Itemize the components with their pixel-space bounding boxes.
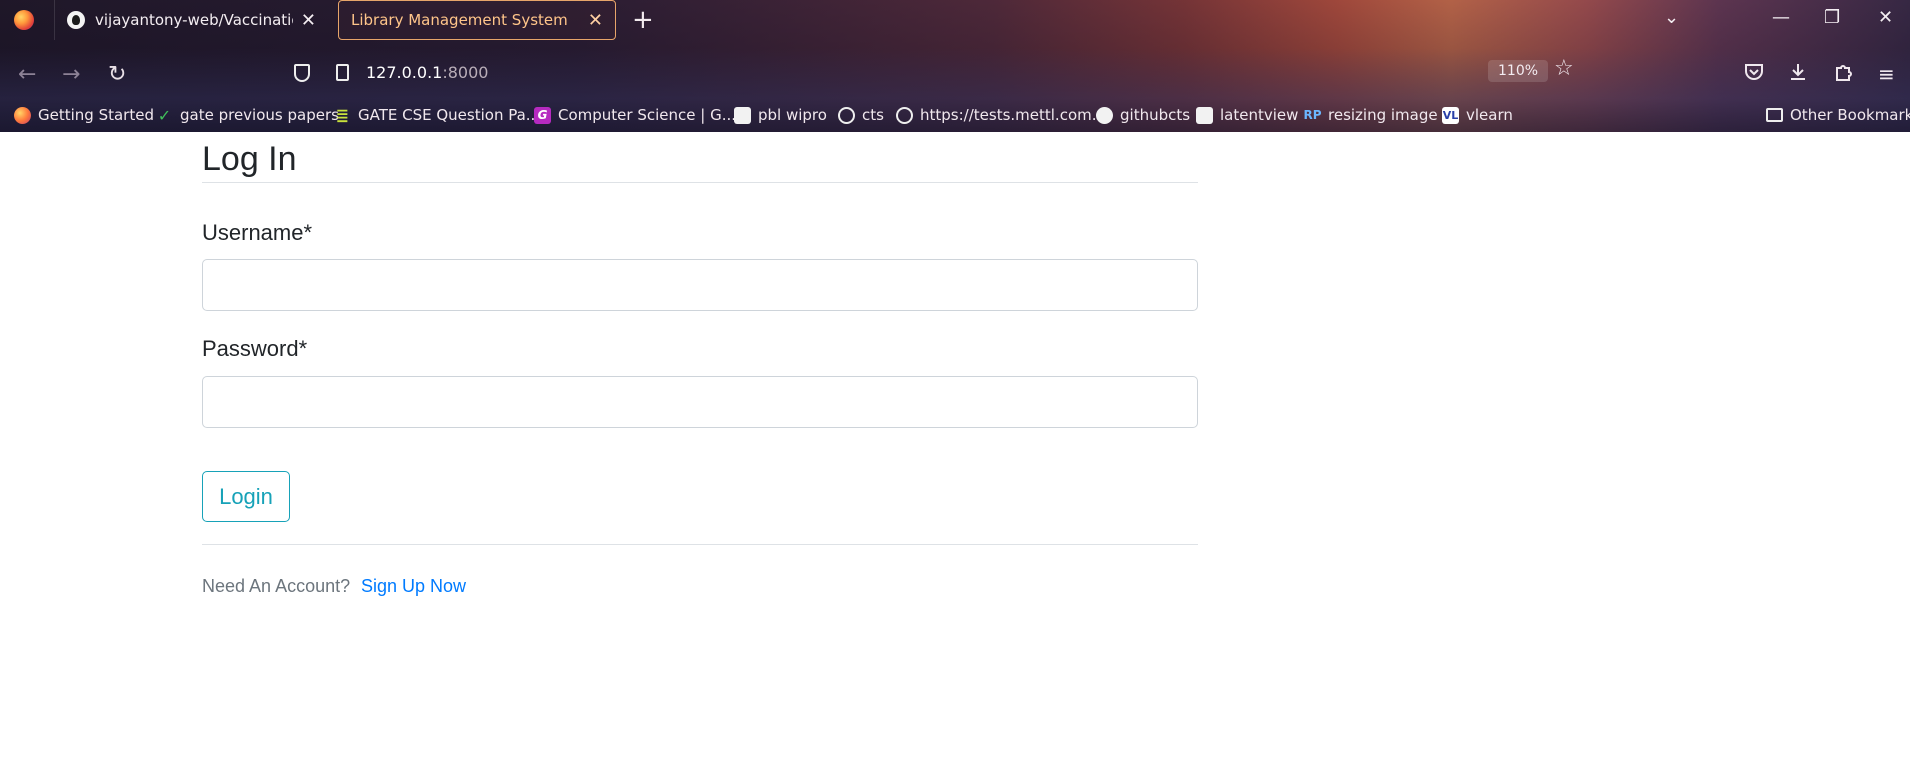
login-button[interactable]: Login [202,471,290,522]
url-port: :8000 [442,63,489,82]
extensions-puzzle-icon[interactable] [1834,62,1854,87]
firefox-logo-icon[interactable] [14,10,34,30]
window-close-icon[interactable]: ✕ [1878,7,1893,28]
username-label: Username* [202,220,313,245]
page-title: Log In [202,140,297,178]
reload-icon[interactable]: ↻ [108,62,126,87]
tab-label: vijayantony-web/Vaccination_B [95,11,293,29]
tab-label: Library Management System [351,11,568,29]
globe-icon [838,106,855,124]
password-label: Password* [202,336,308,361]
minimize-icon[interactable]: — [1772,7,1790,28]
bookmark-getting-started[interactable]: Getting Started [14,106,154,124]
other-bookmarks-label: Other Bookmarks [1790,106,1910,124]
globe-icon [896,106,913,124]
bookmark-label: pbl wipro [758,106,827,124]
bookmark-resizing-image[interactable]: RP resizing image [1303,106,1438,124]
bookmark-githubcts[interactable]: githubcts [1096,106,1190,124]
new-tab-plus-icon[interactable]: + [632,5,654,35]
other-bookmarks[interactable]: Other Bookmarks [1766,106,1910,124]
bookmark-pbl-wipro[interactable]: pbl wipro [734,106,827,124]
bookmark-vlearn[interactable]: VL vlearn [1442,106,1513,124]
page-info-icon[interactable] [336,64,349,81]
bookmark-label: Getting Started [38,106,154,124]
bookmark-label: Computer Science | G... [558,106,737,124]
tab-bar: vijayantony-web/Vaccination_B ✕ Library … [0,0,1910,40]
close-icon[interactable]: ✕ [301,10,316,31]
firefox-icon [14,106,31,124]
page-icon [734,106,751,124]
page-content: Log In Username* Password* Login Need An… [0,132,1910,778]
bookmark-computer-science[interactable]: G Computer Science | G... [534,106,736,124]
bookmark-gate-cse-question-papers[interactable]: ≣ GATE CSE Question Pa... [334,105,541,125]
title-divider [202,182,1198,183]
download-icon[interactable] [1788,62,1808,87]
tab-vaccination[interactable]: vijayantony-web/Vaccination_B ✕ [54,0,328,40]
bookmark-star-icon[interactable]: ☆ [1554,56,1574,81]
bookmark-latentview[interactable]: latentview [1196,106,1298,124]
checkmark-icon: ✓ [157,105,172,125]
close-icon[interactable]: ✕ [588,10,603,31]
github-icon [1096,106,1113,124]
bookmark-label: https://tests.mettl.com... [920,106,1107,124]
back-arrow-icon[interactable]: ← [18,62,36,87]
bookmark-label: vlearn [1466,106,1513,124]
pocket-icon[interactable] [1744,62,1764,86]
browser-chrome: vijayantony-web/Vaccination_B ✕ Library … [0,0,1910,132]
bookmark-cts[interactable]: cts [838,106,884,124]
forward-arrow-icon[interactable]: → [62,62,80,87]
bookmark-label: githubcts [1120,106,1191,124]
bookmark-label: cts [862,106,884,124]
navigation-bar: ← → ↻ 127.0.0.1:8000 110% ☆ ≡ [0,50,1910,94]
rp-icon: RP [1303,108,1322,122]
list-all-tabs-chevron-down-icon[interactable]: ⌄ [1664,7,1679,28]
bookmark-label: GATE CSE Question Pa... [358,106,541,124]
url-host: 127.0.0.1 [366,63,443,82]
hamburger-menu-icon[interactable]: ≡ [1878,62,1895,86]
github-icon [67,11,85,29]
password-input[interactable] [202,376,1198,428]
restore-icon[interactable]: ❐ [1824,7,1840,28]
bookmark-label: latentview [1220,106,1299,124]
bookmark-gate-previous-papers[interactable]: ✓ gate previous papers [156,105,339,125]
footer-divider [202,544,1198,545]
zoom-level-badge[interactable]: 110% [1488,60,1549,82]
sign-up-link[interactable]: Sign Up Now [361,576,466,597]
username-input[interactable] [202,259,1198,311]
url-bar[interactable]: 127.0.0.1:8000 [294,60,1594,86]
folder-icon [1766,108,1783,122]
vl-icon: VL [1442,106,1459,124]
tab-library-management[interactable]: Library Management System ✕ [338,0,616,40]
bookmark-label: resizing image [1328,106,1438,124]
tracking-shield-icon[interactable] [294,64,310,82]
site-icon [1196,106,1213,124]
g-icon: G [534,106,551,124]
url-text[interactable]: 127.0.0.1:8000 [366,63,488,82]
bookmarks-toolbar: Getting Started ✓ gate previous papers ≣… [0,104,1910,132]
bookmark-label: gate previous papers [180,106,339,124]
bookmark-tests-mettl[interactable]: https://tests.mettl.com... [896,106,1106,124]
need-account-text: Need An Account? [202,576,351,596]
stack-icon: ≣ [335,105,350,125]
